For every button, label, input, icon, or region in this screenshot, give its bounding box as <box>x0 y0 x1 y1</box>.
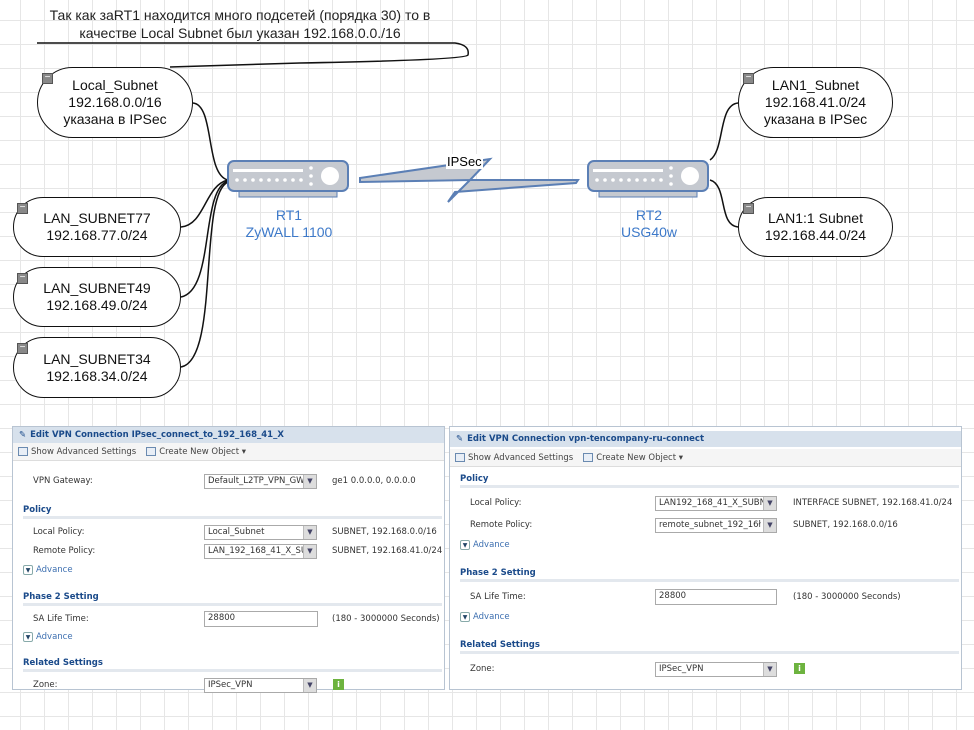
section-related: Related Settings <box>460 640 959 654</box>
advance-toggle[interactable]: ▼ Advance <box>23 565 73 575</box>
expand-icon: ▼ <box>460 540 470 550</box>
grid-icon <box>455 452 465 462</box>
section-policy: Policy <box>23 505 442 519</box>
vpn-connection-panel-rt2: ✎ Edit VPN Connection vpn-tencompany-ru-c… <box>449 426 962 690</box>
vpn-gateway-select[interactable]: Default_L2TP_VPN_GW ▼ <box>204 473 317 489</box>
expand-icon: ▼ <box>23 632 33 642</box>
link-local-subnet <box>192 102 229 181</box>
advance-toggle[interactable]: ▼ Advance <box>460 612 510 622</box>
edit-icon: ✎ <box>456 434 464 444</box>
object-icon <box>583 452 594 462</box>
node-lan-subnet77[interactable]: LAN_SUBNET77 192.168.77.0/24 <box>13 197 181 257</box>
collapse-icon[interactable]: − <box>17 203 28 214</box>
expand-icon: ▼ <box>460 612 470 622</box>
chevron-down-icon: ▼ <box>303 525 316 539</box>
chevron-down-icon: ▼ <box>303 474 316 488</box>
rt1-label: RT1 ZyWALL 1100 <box>245 207 333 240</box>
node-lan-subnet34[interactable]: LAN_SUBNET34 192.168.34.0/24 <box>13 337 181 398</box>
collapse-icon[interactable]: − <box>743 203 754 214</box>
node-lan1-subnet[interactable]: LAN1_Subnet 192.168.41.0/24 указана в IPSe… <box>738 67 893 138</box>
node-lan1-1-subnet[interactable]: LAN1:1 Subnet 192.168.44.0/24 <box>738 197 893 257</box>
rt2-label: RT2 USG40w <box>620 207 678 240</box>
collapse-icon[interactable]: − <box>17 273 28 284</box>
sa-life-time-input[interactable]: 28800 <box>204 611 318 627</box>
chevron-down-icon: ▼ <box>303 678 316 692</box>
chevron-down-icon: ▼ <box>303 544 316 558</box>
annotation-note: Так как заRT1 находится много подсетей (… <box>49 7 431 41</box>
show-advanced-button[interactable]: Show Advanced Settings <box>18 446 136 457</box>
ipsec-link-label: IPSec <box>446 154 483 169</box>
section-phase2: Phase 2 Setting <box>23 592 442 606</box>
router-rt1-icon[interactable] <box>227 160 349 198</box>
info-icon[interactable]: i <box>333 679 344 690</box>
node-local-subnet[interactable]: Local_Subnet 192.168.0.0/16 указана в IPSe… <box>37 67 193 138</box>
remote-policy-select[interactable]: remote_subnet_192_16ł ▼ <box>655 517 777 533</box>
vpn-connection-panel-rt1: ✎ Edit VPN Connection IPsec_connect_to_19… <box>12 426 445 693</box>
zone-select[interactable]: IPSec_VPN ▼ <box>655 661 777 677</box>
panel-header: ✎ Edit VPN Connection IPsec_connect_to_19… <box>13 427 444 443</box>
node-lan-subnet49[interactable]: LAN_SUBNET49 192.168.49.0/24 <box>13 267 181 327</box>
local-policy-select[interactable]: LAN192_168_41_X_SUBN ▼ <box>655 495 777 511</box>
link-lan1 <box>709 102 739 161</box>
router-rt2-icon[interactable] <box>587 160 709 198</box>
panel-header: ✎ Edit VPN Connection vpn-tencompany-ru-c… <box>450 431 961 447</box>
object-icon <box>146 446 157 456</box>
local-policy-select[interactable]: Local_Subnet ▼ <box>204 524 317 540</box>
chevron-down-icon: ▼ <box>763 662 776 676</box>
section-related: Related Settings <box>23 658 442 672</box>
collapse-icon[interactable]: − <box>17 343 28 354</box>
show-advanced-button[interactable]: Show Advanced Settings <box>455 452 573 463</box>
create-new-object-button[interactable]: Create New Object ▾ <box>146 446 246 457</box>
expand-icon: ▼ <box>23 565 33 575</box>
advance-toggle[interactable]: ▼ Advance <box>460 540 510 550</box>
chevron-down-icon: ▼ <box>763 496 776 510</box>
collapse-icon[interactable]: − <box>743 73 754 84</box>
remote-policy-select[interactable]: LAN_192_168_41_X_SUBI ▼ <box>204 543 317 559</box>
section-policy: Policy <box>460 474 959 488</box>
panel-title: Edit VPN Connection vpn-tencompany-ru-co… <box>467 434 705 444</box>
advance-toggle[interactable]: ▼ Advance <box>23 632 73 642</box>
section-phase2: Phase 2 Setting <box>460 568 959 582</box>
panel-title: Edit VPN Connection IPsec_connect_to_192… <box>30 430 284 440</box>
sa-life-time-input[interactable]: 28800 <box>655 589 777 605</box>
info-icon[interactable]: i <box>794 663 805 674</box>
collapse-icon[interactable]: − <box>42 73 53 84</box>
chevron-down-icon: ▼ <box>763 518 776 532</box>
create-new-object-button[interactable]: Create New Object ▾ <box>583 452 683 463</box>
callout-line <box>37 42 469 68</box>
grid-icon <box>18 446 28 456</box>
zone-select[interactable]: IPSec_VPN ▼ <box>204 677 317 693</box>
edit-icon: ✎ <box>19 430 27 440</box>
